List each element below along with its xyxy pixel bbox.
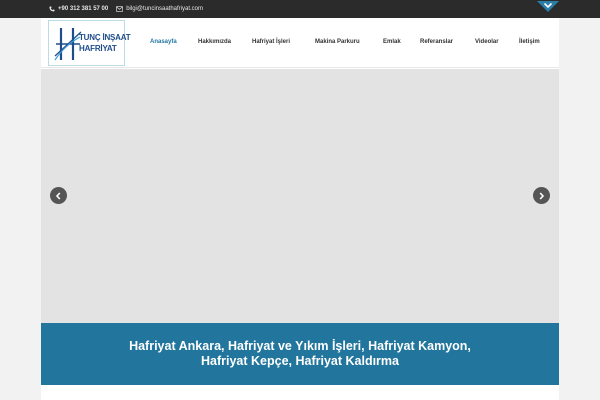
hero-slider[interactable]	[41, 69, 559, 323]
contact-info: +90 312 381 57 00 bilgi@tuncinsaathafriy…	[49, 0, 203, 18]
top-bar: +90 312 381 57 00 bilgi@tuncinsaathafriy…	[0, 0, 600, 18]
nav-item-hafriyat-isleri[interactable]: Hafriyat İşleri	[252, 39, 290, 45]
nav-item-referanslar[interactable]: Referanslar	[420, 39, 453, 45]
site-container: TUNÇ İNŞAAT HAFRİYAT Anasayfa Hakkımızda…	[41, 18, 559, 400]
slider-next-button[interactable]	[533, 187, 550, 204]
phone-number: +90 312 381 57 00	[58, 6, 109, 12]
nav-item-hakkimizda[interactable]: Hakkımızda	[198, 39, 231, 45]
corner-toggle-button[interactable]	[537, 0, 559, 12]
main-navigation: Anasayfa Hakkımızda Hafriyat İşleri Maki…	[41, 18, 559, 68]
phone-icon	[49, 6, 55, 12]
tagline-banner: Hafriyat Ankara, Hafriyat ve Yıkım İşler…	[41, 323, 559, 385]
chevron-left-icon	[55, 191, 61, 200]
nav-item-anasayfa[interactable]: Anasayfa	[150, 39, 177, 45]
email-contact[interactable]: bilgi@tuncinsaathafriyat.com	[116, 6, 203, 12]
slider-prev-button[interactable]	[50, 187, 67, 204]
nav-item-videolar[interactable]: Videolar	[475, 39, 499, 45]
envelope-icon	[116, 6, 124, 12]
tagline-text: Hafriyat Ankara, Hafriyat ve Yıkım İşler…	[129, 339, 471, 368]
phone-contact[interactable]: +90 312 381 57 00	[49, 6, 108, 12]
email-address: bilgi@tuncinsaathafriyat.com	[126, 6, 204, 12]
chevron-right-icon	[539, 191, 545, 200]
nav-item-iletisim[interactable]: İletişim	[519, 39, 540, 45]
nav-item-emlak[interactable]: Emlak	[383, 39, 401, 45]
site-header: TUNÇ İNŞAAT HAFRİYAT Anasayfa Hakkımızda…	[41, 18, 559, 68]
nav-item-makina-parkuru[interactable]: Makina Parkuru	[315, 39, 360, 45]
